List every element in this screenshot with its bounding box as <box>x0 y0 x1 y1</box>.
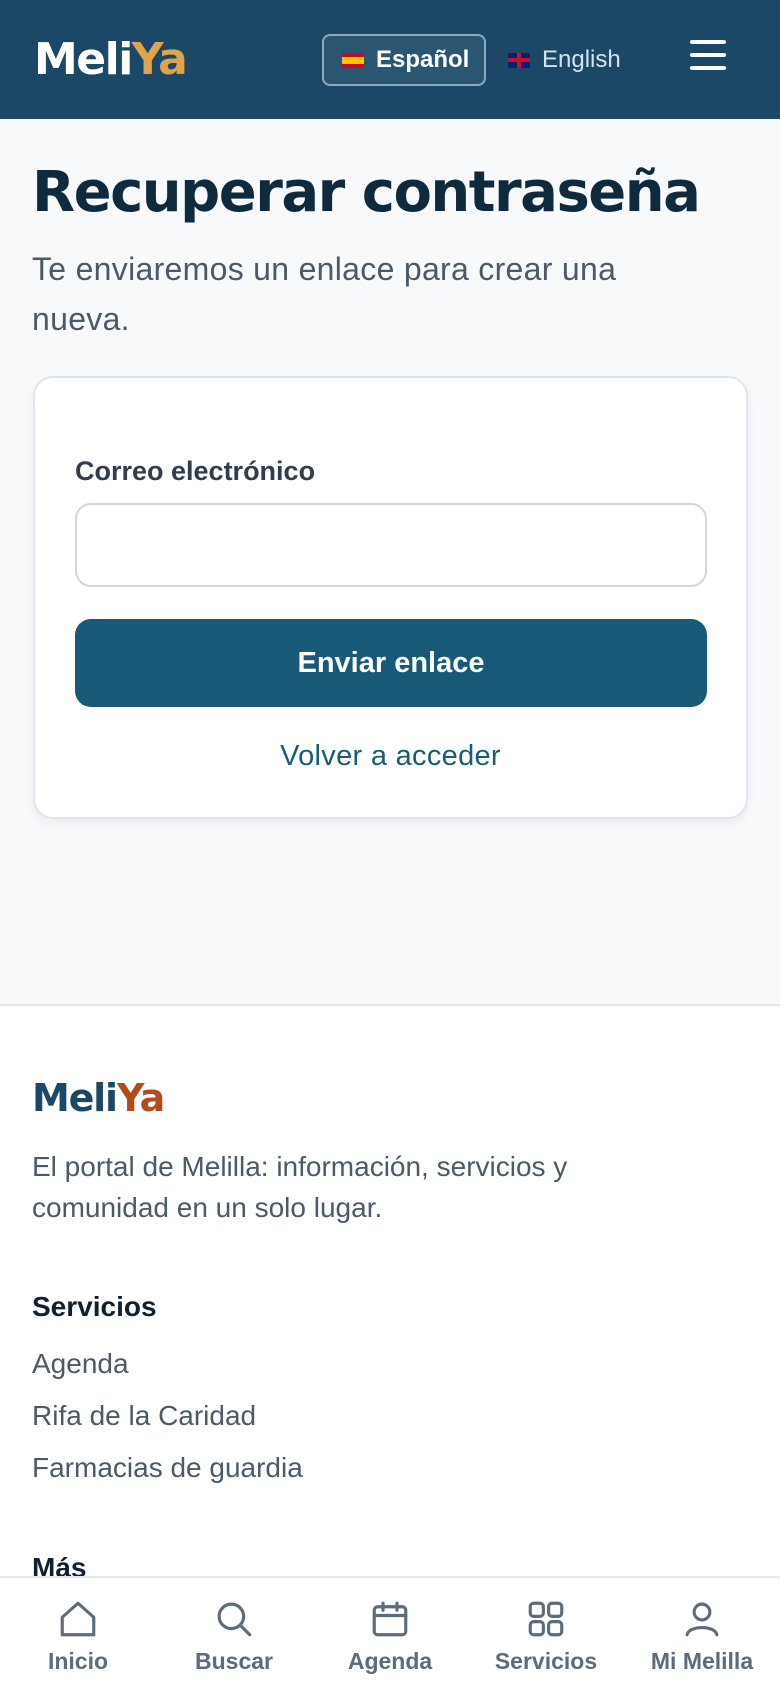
nav-label-agenda: Agenda <box>347 1648 433 1674</box>
home-icon <box>60 1601 96 1637</box>
page-subtitle: Te enviaremos un enlace para crear una n… <box>32 251 617 337</box>
nav-item-inicio[interactable]: Inicio <box>0 1578 156 1688</box>
footer-logo-text-ya: Ya <box>116 1076 165 1120</box>
grid-icon <box>528 1601 564 1637</box>
nav-label-inicio: Inicio <box>47 1648 109 1674</box>
password-reset-card: Correo electrónico Enviar enlace Volver … <box>33 376 748 819</box>
footer-link-farmacias[interactable]: Farmacias de guardia <box>32 1452 303 1484</box>
footer-link-rifa[interactable]: Rifa de la Caridad <box>32 1400 256 1432</box>
nav-item-mi-melilla[interactable]: Mi Melilla <box>624 1578 780 1688</box>
language-spanish-label: Español <box>376 46 470 73</box>
nav-label-buscar: Buscar <box>195 1648 273 1674</box>
language-english-label: English <box>542 46 621 73</box>
top-header: MeliYa Español English <box>0 0 780 119</box>
nav-item-agenda[interactable]: Agenda <box>312 1578 468 1688</box>
nav-label-mi-melilla: Mi Melilla <box>650 1648 754 1674</box>
email-field[interactable] <box>75 503 707 587</box>
nav-item-buscar[interactable]: Buscar <box>156 1578 312 1688</box>
logo-text-ya: Ya <box>131 34 188 85</box>
back-to-login-link[interactable]: Volver a acceder <box>35 740 746 773</box>
footer-heading-servicios: Servicios <box>32 1291 157 1322</box>
search-icon <box>217 1602 252 1637</box>
nav-label-servicios: Servicios <box>494 1648 598 1674</box>
logo[interactable]: MeliYa <box>34 32 188 88</box>
spain-flag-icon <box>342 52 364 68</box>
user-icon <box>685 1602 719 1637</box>
send-link-button[interactable]: Enviar enlace <box>75 619 707 707</box>
nav-item-servicios[interactable]: Servicios <box>468 1578 624 1688</box>
footer-link-agenda[interactable]: Agenda <box>32 1348 129 1380</box>
footer-logo-text-meli: Meli <box>32 1076 118 1120</box>
language-english-button[interactable]: English <box>508 34 621 86</box>
footer-description: El portal de Melilla: información, servi… <box>32 1151 568 1223</box>
email-label: Correo electrónico <box>75 456 316 486</box>
language-spanish-button[interactable]: Español <box>322 34 486 86</box>
page-title: Recuperar contraseña <box>32 160 701 225</box>
hamburger-menu-icon[interactable] <box>688 40 728 80</box>
bottom-navigation: Inicio Buscar Agenda Servicios Mi Melill… <box>0 1576 780 1688</box>
footer-logo[interactable]: MeliYa <box>32 1076 165 1120</box>
calendar-icon <box>372 1601 408 1637</box>
uk-flag-icon <box>508 52 530 68</box>
logo-text-meli: Meli <box>34 34 133 85</box>
